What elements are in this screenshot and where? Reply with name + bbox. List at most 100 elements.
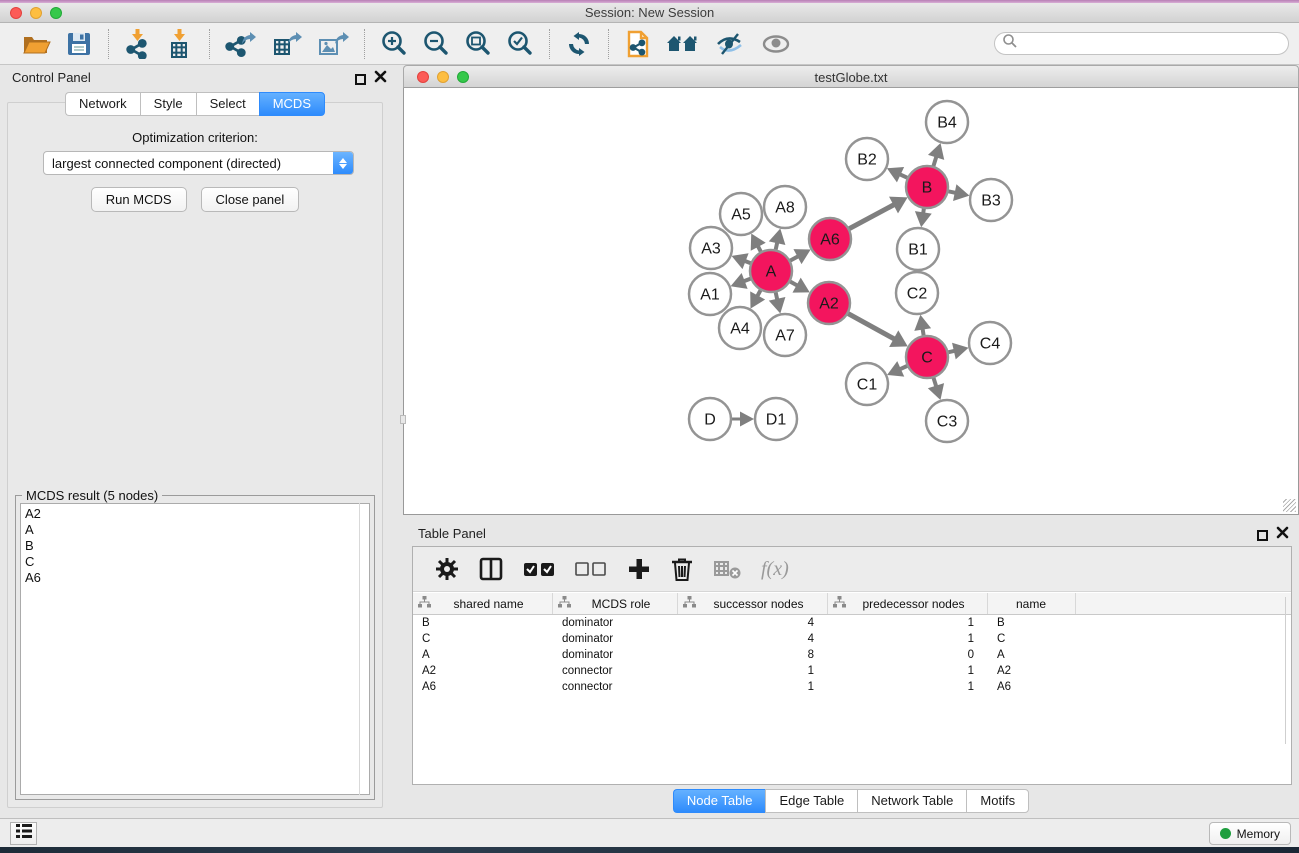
apply-layout-icon[interactable] <box>565 28 593 60</box>
table-cell[interactable]: A <box>988 649 1076 661</box>
table-cell[interactable]: 4 <box>678 617 828 629</box>
table-cell[interactable]: 1 <box>828 665 988 677</box>
mcds-result-item[interactable]: B <box>25 538 369 554</box>
graph-node-A5[interactable]: A5 <box>720 193 762 235</box>
mcds-result-item[interactable]: A6 <box>25 570 369 586</box>
table-cell[interactable]: connector <box>553 665 678 677</box>
column-header-shared-name[interactable]: shared name <box>413 593 553 614</box>
graph-node-C[interactable]: C <box>906 336 948 378</box>
splitter-grip-icon[interactable] <box>400 415 406 424</box>
open-file-icon[interactable] <box>21 28 51 60</box>
deselect-all-icon[interactable] <box>574 558 608 580</box>
table-cell[interactable]: dominator <box>553 617 678 629</box>
gear-icon[interactable] <box>434 556 460 582</box>
table-cell[interactable]: A2 <box>988 665 1076 677</box>
table-cell[interactable]: dominator <box>553 649 678 661</box>
table-cell[interactable]: 8 <box>678 649 828 661</box>
table-cell[interactable]: B <box>988 617 1076 629</box>
graph-node-A7[interactable]: A7 <box>764 314 806 356</box>
graph-node-B3[interactable]: B3 <box>970 179 1012 221</box>
node-table[interactable]: shared nameMCDS rolesuccessor nodesprede… <box>413 593 1291 695</box>
graph-node-B1[interactable]: B1 <box>897 228 939 270</box>
graph-node-D1[interactable]: D1 <box>755 398 797 440</box>
graph-node-A4[interactable]: A4 <box>719 307 761 349</box>
table-scrollbar[interactable] <box>1285 597 1288 744</box>
show-all-icon[interactable] <box>760 28 792 60</box>
mcds-result-item[interactable]: A <box>25 522 369 538</box>
import-network-icon[interactable] <box>124 28 152 60</box>
task-history-button[interactable] <box>10 822 37 845</box>
float-icon[interactable] <box>1257 530 1268 541</box>
network-graph[interactable]: AA1A2A3A4A5A6A7A8BB1B2B3B4CC1C2C3C4DD1 <box>404 88 1298 513</box>
zoom-in-icon[interactable] <box>380 28 408 60</box>
export-network-icon[interactable] <box>225 28 257 60</box>
hide-selected-icon[interactable] <box>714 28 746 60</box>
column-header-MCDS-role[interactable]: MCDS role <box>553 593 678 614</box>
column-header-name[interactable]: name <box>988 593 1076 614</box>
zoom-out-icon[interactable] <box>422 28 450 60</box>
table-cell[interactable]: 0 <box>828 649 988 661</box>
float-icon[interactable] <box>355 74 366 85</box>
graph-node-B[interactable]: B <box>906 166 948 208</box>
graph-node-B4[interactable]: B4 <box>926 101 968 143</box>
table-cell[interactable]: dominator <box>553 633 678 645</box>
columns-icon[interactable] <box>478 556 504 582</box>
table-row[interactable]: Cdominator41C <box>413 631 1291 647</box>
select-all-icon[interactable] <box>522 558 556 580</box>
graph-node-A8[interactable]: A8 <box>764 186 806 228</box>
table-cell[interactable]: A6 <box>413 681 553 693</box>
table-cell[interactable]: B <box>413 617 553 629</box>
save-session-icon[interactable] <box>65 28 93 60</box>
graph-node-A3[interactable]: A3 <box>690 227 732 269</box>
graph-node-A6[interactable]: A6 <box>809 218 851 260</box>
graph-node-C2[interactable]: C2 <box>896 272 938 314</box>
export-table-icon[interactable] <box>271 28 303 60</box>
graph-node-C1[interactable]: C1 <box>846 363 888 405</box>
close-icon[interactable] <box>1276 526 1289 544</box>
memory-button[interactable]: Memory <box>1209 822 1291 845</box>
graph-node-C4[interactable]: C4 <box>969 322 1011 364</box>
table-cell[interactable]: 1 <box>828 617 988 629</box>
mcds-list-scrollbar[interactable] <box>359 503 362 795</box>
table-row[interactable]: A6connector11A6 <box>413 679 1291 695</box>
new-network-from-selection-icon[interactable] <box>624 28 652 60</box>
table-cell[interactable]: 1 <box>678 681 828 693</box>
export-image-icon[interactable] <box>317 28 349 60</box>
table-cell[interactable]: A6 <box>988 681 1076 693</box>
table-row[interactable]: Adominator80A <box>413 647 1291 663</box>
zoom-fit-icon[interactable] <box>464 28 492 60</box>
table-cell[interactable]: connector <box>553 681 678 693</box>
criterion-select[interactable]: largest connected component (directed) <box>43 151 354 175</box>
tab-network[interactable]: Network <box>65 92 140 116</box>
tab-mcds[interactable]: MCDS <box>259 92 325 116</box>
column-header-successor-nodes[interactable]: successor nodes <box>678 593 828 614</box>
close-panel-button[interactable]: Close panel <box>201 187 300 212</box>
import-table-icon[interactable] <box>166 28 194 60</box>
graph-node-D[interactable]: D <box>689 398 731 440</box>
table-cell[interactable]: C <box>413 633 553 645</box>
table-cell[interactable]: 1 <box>828 633 988 645</box>
tab-node-table[interactable]: Node Table <box>673 789 766 813</box>
mcds-result-item[interactable]: C <box>25 554 369 570</box>
table-cell[interactable]: A <box>413 649 553 661</box>
table-cell[interactable]: C <box>988 633 1076 645</box>
tab-motifs[interactable]: Motifs <box>966 789 1029 813</box>
table-cell[interactable]: 1 <box>678 665 828 677</box>
tab-edge-table[interactable]: Edge Table <box>765 789 857 813</box>
table-row[interactable]: A2connector11A2 <box>413 663 1291 679</box>
trash-icon[interactable] <box>670 556 694 582</box>
graph-node-A1[interactable]: A1 <box>689 273 731 315</box>
table-cell[interactable]: A2 <box>413 665 553 677</box>
search-input[interactable] <box>994 32 1289 55</box>
table-row[interactable]: Bdominator41B <box>413 615 1291 631</box>
table-cell[interactable]: 1 <box>828 681 988 693</box>
run-mcds-button[interactable]: Run MCDS <box>91 187 187 212</box>
close-icon[interactable] <box>374 70 387 88</box>
first-neighbors-icon[interactable] <box>666 28 700 60</box>
network-window-titlebar[interactable]: testGlobe.txt <box>403 65 1299 88</box>
mcds-result-item[interactable]: A2 <box>25 506 369 522</box>
table-cell[interactable]: 4 <box>678 633 828 645</box>
tab-style[interactable]: Style <box>140 92 196 116</box>
tab-select[interactable]: Select <box>196 92 259 116</box>
mcds-result-list[interactable]: A2ABCA6 <box>20 503 370 795</box>
